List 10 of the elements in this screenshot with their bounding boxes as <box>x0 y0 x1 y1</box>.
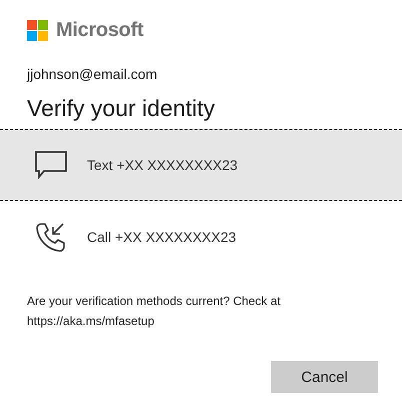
brand-name: Microsoft <box>56 19 144 42</box>
chat-bubble-icon <box>35 151 67 179</box>
page-title: Verify your identity <box>27 94 216 123</box>
verification-note: Are your verification methods current? Check at https://aka.ms/mfasetup <box>27 293 282 330</box>
verification-option[interactable]: Call +XX XXXXXXXX23 <box>0 201 402 273</box>
phone-incoming-icon <box>35 221 67 253</box>
logo-icon <box>27 20 48 41</box>
verification-option[interactable]: Text +XX XXXXXXXX23 <box>0 129 402 201</box>
account-email: jjohnson@email.com <box>27 65 158 83</box>
cancel-button[interactable]: Cancel <box>271 361 378 393</box>
